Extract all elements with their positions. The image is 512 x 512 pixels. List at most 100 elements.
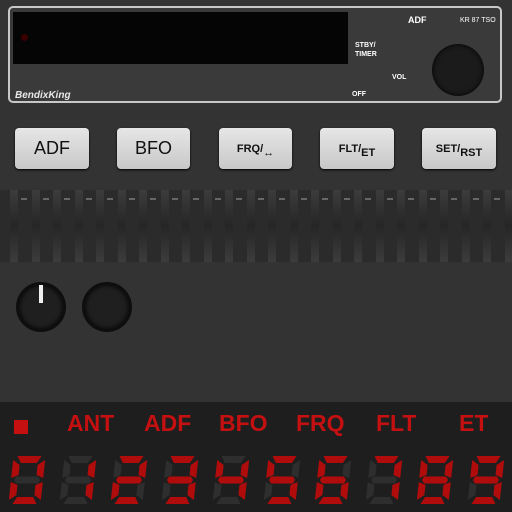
et-button-label: ET	[361, 146, 376, 159]
frequency-display	[13, 12, 348, 64]
digit-segment-d	[216, 497, 241, 504]
digit-segment-b	[393, 460, 403, 478]
flt-button-label: FLT/	[338, 142, 362, 155]
digit-segment-b	[87, 460, 97, 478]
annunciator-adf: ADF	[144, 410, 192, 436]
slider-tick	[343, 198, 350, 200]
digit-segment-b	[342, 460, 352, 478]
digit-4	[212, 456, 250, 504]
off-label: OFF	[352, 91, 366, 98]
slider-rail	[31, 190, 40, 262]
slider-rail	[203, 190, 212, 262]
digit-9	[467, 456, 505, 504]
slider-rail	[354, 190, 362, 262]
digit-segment-g	[65, 476, 91, 484]
mode-knob[interactable]	[16, 282, 66, 332]
slider-rail	[375, 190, 384, 262]
slider-rail	[225, 190, 233, 262]
tuning-knob[interactable]	[82, 282, 132, 332]
frq-button[interactable]: FRQ/↔	[219, 128, 292, 169]
digit-segment-a	[425, 456, 450, 463]
digit-segment-e	[314, 482, 324, 500]
slider-tick	[365, 198, 371, 200]
digit-segment-e	[212, 482, 222, 500]
slider-rail	[311, 190, 319, 262]
digit-segment-f	[419, 460, 428, 478]
digit-segment-a	[221, 456, 246, 463]
slider-tick	[279, 198, 285, 200]
annunciator-bfo: BFO	[219, 410, 268, 436]
digit-0	[8, 456, 46, 504]
slider-tick	[150, 198, 156, 200]
slider-rail	[332, 190, 341, 262]
digit-segment-a	[17, 456, 42, 463]
slider-tick	[300, 198, 307, 200]
slider-tick	[21, 198, 27, 200]
digit-segment-c	[493, 482, 502, 500]
digit-segment-d	[12, 497, 37, 504]
slider-rail	[418, 190, 427, 262]
digit-segment-g	[371, 476, 397, 484]
model-label: KR 87 TSO	[460, 17, 496, 24]
annunciator-flt: FLT	[376, 410, 417, 436]
digit-segment-f	[215, 460, 224, 478]
digit-segment-e	[263, 482, 273, 500]
digit-segment-c	[391, 482, 400, 500]
adf-button[interactable]: ADF	[15, 128, 89, 169]
digit-segment-b	[189, 460, 199, 478]
digit-segment-c	[340, 482, 349, 500]
digit-segment-a	[323, 456, 348, 463]
brand-logo: BendixKing	[15, 90, 71, 101]
slider-rail	[182, 190, 190, 262]
digit-segment-b	[240, 460, 250, 478]
digit-segment-g	[218, 476, 244, 484]
digit-segment-g	[14, 476, 40, 484]
digit-segment-e	[161, 482, 171, 500]
digit-segment-c	[289, 482, 298, 500]
digit-segment-b	[444, 460, 454, 478]
knob-pointer-icon	[39, 285, 43, 303]
digit-segment-f	[368, 460, 377, 478]
set-rst-button[interactable]: SET/RST	[422, 128, 496, 169]
set-button-label: SET/	[435, 142, 461, 155]
digit-segment-c	[136, 482, 145, 500]
slider-rail	[74, 190, 83, 262]
bfo-button[interactable]: BFO	[117, 128, 190, 169]
volume-knob[interactable]	[432, 44, 484, 96]
digit-3	[161, 456, 199, 504]
slider-tick	[494, 198, 500, 200]
tuning-slider[interactable]	[0, 190, 512, 262]
digit-segment-d	[369, 497, 394, 504]
digit-segment-d	[471, 497, 496, 504]
digit-segment-f	[62, 460, 71, 478]
slider-tick	[472, 198, 479, 200]
slider-rail	[483, 190, 491, 262]
slider-rail	[289, 190, 298, 262]
slider-rail	[117, 190, 126, 262]
digit-segment-f	[11, 460, 20, 478]
digit-6	[314, 456, 352, 504]
slider-tick	[171, 198, 178, 200]
adf-button-label: ADF	[34, 138, 70, 158]
digit-1	[59, 456, 97, 504]
bfo-button-label: BFO	[134, 138, 172, 158]
digit-segment-a	[68, 456, 93, 463]
flt-et-button[interactable]: FLT/ET	[320, 128, 394, 169]
digit-segment-f	[470, 460, 479, 478]
slider-rail	[397, 190, 405, 262]
digit-segment-a	[476, 456, 501, 463]
digit-segment-b	[138, 460, 148, 478]
digit-segment-g	[473, 476, 499, 484]
digit-segment-c	[442, 482, 451, 500]
slider-rail	[461, 190, 470, 262]
slider-tick	[64, 198, 70, 200]
slider-tick	[85, 198, 92, 200]
frq-button-label: FRQ/	[236, 142, 264, 155]
digit-segment-a	[119, 456, 144, 463]
slider-tick	[107, 198, 113, 200]
rst-button-label: RST	[460, 146, 483, 159]
slider-tick	[128, 198, 135, 200]
seven-segment-digits	[8, 456, 505, 504]
slider-tick	[193, 198, 199, 200]
radio-faceplate: ADF KR 87 TSO STBY/ TIMER VOL OFF Bendix…	[8, 6, 502, 103]
